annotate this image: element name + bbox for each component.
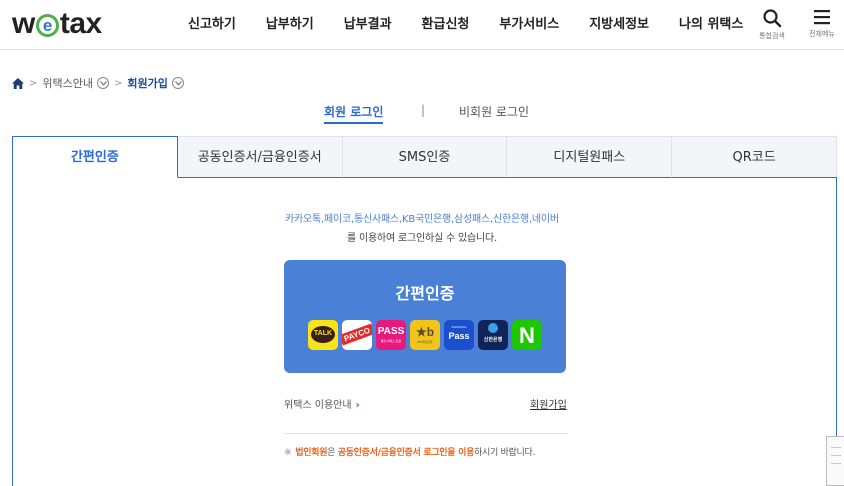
main-nav: 신고하기 납부하기 납부결과 환급신청 부가서비스 지방세정보 나의 위택스 [170,0,743,50]
wetax-guide-link[interactable]: 위택스 이용안내 › [284,396,360,411]
simple-auth-title: 간편인증 [395,284,455,303]
breadcrumb-item-wetax-guide[interactable]: 위택스안내 [42,75,93,91]
tab-qr-code[interactable]: QR코드 [672,136,837,178]
nav-item-local-tax-info[interactable]: 지방세정보 [589,0,649,50]
chevron-down-icon[interactable] [171,77,184,89]
logo-rest: tax [59,7,102,40]
menu-label: 전체메뉴 [809,30,835,38]
login-type-toggle: 회원 로그인 | 비회원 로그인 [0,103,844,124]
corporate-notice: ※ 법인회원은 공동인증서/금융인증서 로그인을 이용하시기 바랍니다. [284,448,536,458]
site-header: w e tax 신고하기 납부하기 납부결과 환급신청 부가서비스 지방세정보 나의… [0,0,844,50]
pass-icon[interactable]: PASS 통신사패스 인증 [376,320,406,350]
guest-login-tab[interactable]: 비회원 로그인 [459,103,529,120]
nav-item-pay[interactable]: 납부하기 [266,0,314,50]
auth-method-tabs: 간편인증 공동인증서/금융인증서 SMS인증 디지털원패스 QR코드 [12,136,837,178]
nav-item-extra-services[interactable]: 부가서비스 [499,0,559,50]
nav-item-refund[interactable]: 환급신청 [422,0,470,50]
instruction-text: 를 이용하여 로그인하실 수 있습니다. [347,233,497,244]
shinhan-bank-icon[interactable]: 신한은행 [478,320,508,350]
toggle-separator: | [421,103,426,117]
search-label: 통합검색 [759,32,785,40]
member-login-tab[interactable]: 회원 로그인 [324,103,384,124]
tab-sms[interactable]: SMS인증 [342,136,508,178]
search-button[interactable]: 통합검색 [752,8,792,44]
hamburger-icon [814,10,830,25]
nav-item-pay-result[interactable]: 납부결과 [344,0,392,50]
tab-digital-onepass[interactable]: 디지털원패스 [507,136,673,178]
providers-list-text: 카카오톡,페이코,통신사패스,KB국민은행,삼성패스,신한은행,네이버 [285,214,559,225]
nav-item-my-wetax[interactable]: 나의 위택스 [679,0,743,50]
join-link[interactable]: 회원가입 [530,396,567,411]
naver-icon[interactable]: N [512,320,542,350]
samsung-pass-icon[interactable]: SAMSUNG Pass [444,320,474,350]
simple-auth-button[interactable]: 간편인증 TALK PAYCO PASS 통신사패스 인증 ★b KB국민은행 … [284,260,566,373]
tab-certificate[interactable]: 공동인증서/금융인증서 [177,136,343,178]
notice-mark: ※ [284,448,292,458]
breadcrumb-separator-icon: > [114,77,123,89]
breadcrumb-item-join[interactable]: 회원가입 [127,75,167,91]
breadcrumb-separator-icon: > [29,77,38,89]
payco-icon[interactable]: PAYCO [342,320,372,350]
search-icon [763,9,782,28]
home-icon[interactable] [12,77,24,89]
breadcrumb: > 위택스안내 > 회원가입 [12,75,184,91]
notice-corp: 법인회원 [295,448,328,458]
chevron-down-icon[interactable] [97,77,109,89]
wetax-logo[interactable]: w e tax [12,7,102,40]
all-menu-button[interactable]: 전체메뉴 [802,8,842,44]
logo-e-circle: e [35,13,59,37]
logo-w: w [12,7,35,40]
floating-side-widget[interactable] [826,436,844,486]
nav-item-report[interactable]: 신고하기 [188,0,236,50]
notice-cert: 공동인증서/금융인증서 로그인을 이용 [337,448,475,458]
chevron-right-icon: › [355,400,360,411]
provider-icons: TALK PAYCO PASS 통신사패스 인증 ★b KB국민은행 SAMSU… [308,320,548,350]
kb-bank-icon[interactable]: ★b KB국민은행 [410,320,440,350]
kakao-talk-icon[interactable]: TALK [308,320,338,350]
tab-simple-auth[interactable]: 간편인증 [12,136,178,178]
divider [284,433,567,434]
